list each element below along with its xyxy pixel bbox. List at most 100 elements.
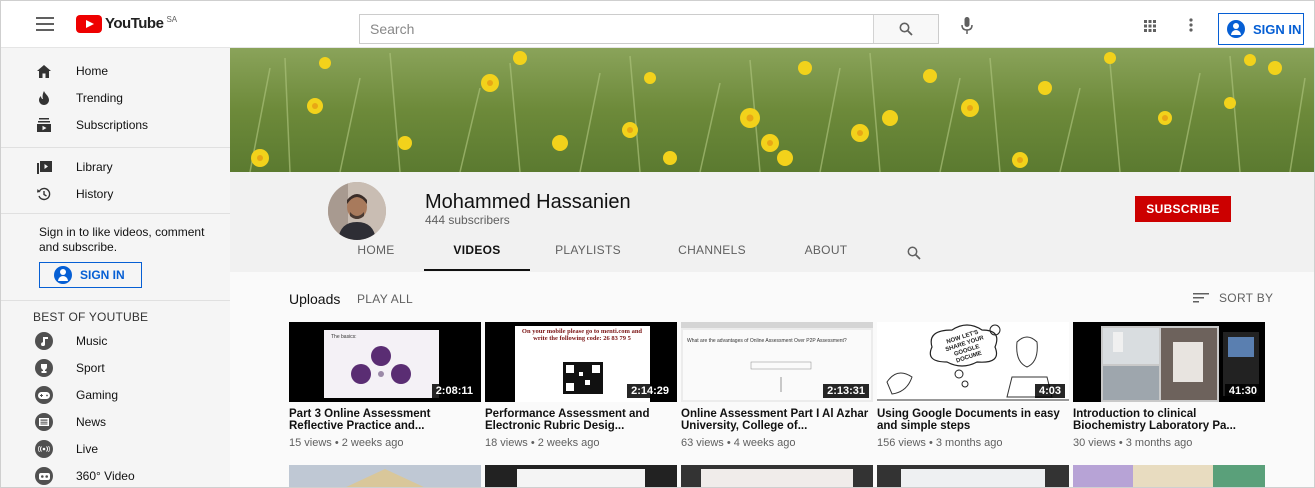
sidebar-item-music[interactable]: Music [1,328,230,354]
sidebar-divider [1,300,230,301]
video-duration: 2:13:31 [823,384,869,398]
tab-about[interactable]: ABOUT [804,243,848,271]
video-duration: 2:08:11 [431,384,477,398]
sort-by-button[interactable]: SORT BY [1193,291,1273,305]
sidebar-item-label: Live [76,442,99,456]
video-thumbnail[interactable] [289,465,481,487]
sidebar-sign-in-button[interactable]: SIGN IN [39,262,142,288]
country-code: SA [166,15,178,24]
sidebar-item-360-video[interactable]: 360° Video [1,463,230,487]
video-thumbnail[interactable] [1073,465,1265,487]
video-thumbnail[interactable]: The basics: 2:08:11 [289,322,481,402]
tab-playlists[interactable]: PLAYLISTS [552,243,624,271]
sidebar-item-history[interactable]: History [1,181,230,207]
sidebar-item-sport[interactable]: Sport [1,355,230,381]
library-icon [34,157,54,177]
sidebar-item-label: News [76,415,107,429]
sidebar: Home Trending Subscriptions Library Hist… [1,48,230,487]
sign-in-button[interactable]: SIGN IN [1218,13,1304,45]
video-thumbnail[interactable]: On your mobile please go to menti.com an… [485,322,677,402]
sidebar-item-subscriptions[interactable]: Subscriptions [1,112,230,138]
sidebar-item-news[interactable]: News [1,409,230,435]
gaming-icon [34,385,54,405]
channel-search-icon[interactable] [907,246,921,260]
video-card[interactable]: NOW LET'S SHARE YOUR GOOGLE DOCUME 4:03 … [877,322,1069,449]
video-metadata: 15 views • 2 weeks ago [289,437,404,449]
microphone-icon[interactable] [961,17,973,35]
account-icon [1227,20,1245,38]
sidebar-item-trending[interactable]: Trending [1,85,230,111]
thumbnail-text: What are the advantages of Online Assess… [687,338,847,344]
history-icon [34,184,54,204]
subscribe-button[interactable]: SUBSCRIBE [1135,196,1231,222]
music-icon [34,331,54,351]
daffodil-banner-image [230,48,1314,172]
more-vertical-icon[interactable] [1189,18,1193,32]
channel-avatar[interactable] [328,182,386,240]
video-card[interactable]: On your mobile please go to menti.com an… [485,322,677,449]
sidebar-item-label: History [76,187,114,201]
sidebar-item-gaming[interactable]: Gaming [1,382,230,408]
video-title[interactable]: Online Assessment Part I Al Azhar Univer… [681,408,873,432]
apps-grid-icon[interactable] [1144,20,1156,32]
sign-in-label: SIGN IN [1253,21,1302,37]
tab-videos[interactable]: VIDEOS [424,243,530,271]
video-thumbnail[interactable] [877,465,1069,487]
youtube-channel-page: YouTube SA SIGN IN Home Trending Subs [0,0,1315,488]
home-icon [34,61,54,81]
video-title[interactable]: Part 3 Online Assessment Reflective Prac… [289,408,481,432]
video-card[interactable]: The basics: 2:08:11 Part 3 Online Assess… [289,322,481,449]
video-thumbnail[interactable]: 41:30 [1073,322,1265,402]
video-card[interactable]: What are the advantages of Online Assess… [681,322,873,449]
sidebar-divider [1,213,230,214]
sidebar-item-label: Gaming [76,388,119,402]
video-duration: 41:30 [1224,384,1261,398]
thumbnail-image [517,469,645,487]
channel-header: Mohammed Hassanien 444 subscribers SUBSC… [230,172,1314,272]
sign-in-label: SIGN IN [80,268,125,282]
sidebar-item-home[interactable]: Home [1,58,230,84]
sidebar-item-label: Trending [76,91,123,105]
masthead: YouTube SA SIGN IN [1,1,1314,48]
sidebar-item-label: 360° Video [76,469,135,483]
video-thumbnail[interactable] [485,465,677,487]
channel-avatar-image [328,182,386,240]
video-metadata: 156 views • 3 months ago [877,437,1003,449]
360-video-icon [34,466,54,486]
thumbnail-image [701,469,853,487]
signin-prompt: Sign in to like videos, comment and subs… [39,225,205,254]
sidebar-item-live[interactable]: Live [1,436,230,462]
video-duration: 2:14:29 [627,384,673,398]
video-thumbnail[interactable] [681,465,873,487]
sidebar-divider [1,147,230,148]
logo-text: YouTube [105,15,164,32]
sort-icon [1193,293,1209,303]
video-thumbnail[interactable]: What are the advantages of Online Assess… [681,322,873,402]
video-title[interactable]: Introduction to clinical Biochemistry La… [1073,408,1265,432]
sidebar-item-label: Home [76,64,109,78]
thumbnail-text: The basics: [331,334,357,340]
video-metadata: 63 views • 4 weeks ago [681,437,796,449]
video-duration: 4:03 [1034,384,1065,398]
thumbnail-image [346,469,424,487]
play-all-button[interactable]: PLAY ALL [357,292,413,306]
sidebar-item-library[interactable]: Library [1,154,230,180]
search-input[interactable] [360,15,873,43]
uploads-heading[interactable]: Uploads [289,291,340,307]
youtube-logo[interactable]: YouTube SA [76,15,177,35]
video-card[interactable]: 41:30 Introduction to clinical Biochemis… [1073,322,1265,449]
tab-home[interactable]: HOME [357,243,395,271]
channel-banner [230,48,1314,172]
search-icon [899,22,913,36]
video-thumbnail[interactable]: NOW LET'S SHARE YOUR GOOGLE DOCUME 4:03 [877,322,1069,402]
video-title[interactable]: Performance Assessment and Electronic Ru… [485,408,677,432]
thumbnail-text: On your mobile please go to menti.com an… [521,328,643,342]
sidebar-item-label: Subscriptions [76,118,149,132]
menu-icon[interactable] [36,17,54,31]
channel-name: Mohammed Hassanien [425,191,631,213]
sidebar-item-label: Sport [76,361,105,375]
tab-channels[interactable]: CHANNELS [677,243,747,271]
search-button[interactable] [873,15,938,43]
video-title[interactable]: Using Google Documents in easy and simpl… [877,408,1069,432]
search-box [359,14,939,44]
